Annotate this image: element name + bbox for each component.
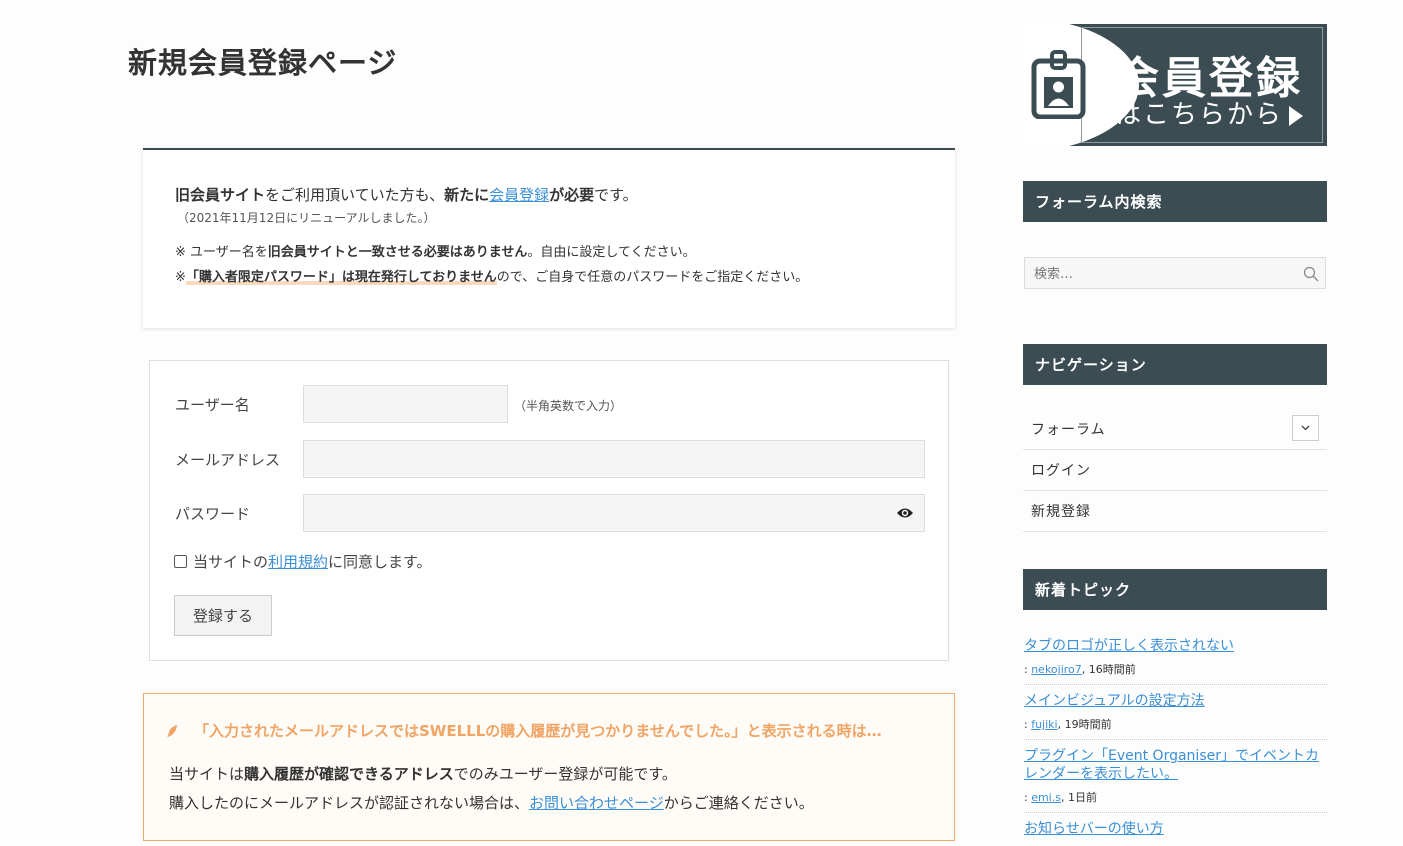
terms-link[interactable]: 利用規約: [268, 551, 328, 572]
topic-link[interactable]: プラグイン「Event Organiser」でイベントカレンダーを表示したい。: [1024, 747, 1327, 783]
topic-link[interactable]: タブのロゴが正しく表示されない: [1024, 637, 1327, 655]
username-label: ユーザー名: [175, 396, 250, 414]
topic-author-link[interactable]: fujiki: [1031, 718, 1057, 731]
banner-subtitle: はこちらから: [1115, 94, 1304, 131]
note1-prefix: ※ ユーザー名を: [175, 244, 268, 260]
old-site-text: 旧会員サイト: [175, 186, 266, 204]
terms-checkbox[interactable]: [174, 555, 187, 568]
note2-suffix: ので、ご自身で任意のパスワードをご指定ください。: [496, 270, 809, 285]
register-banner[interactable]: 会員登録 はこちらから: [1023, 24, 1327, 146]
renewal-date-note: （2021年11月12日にリニューアルしました。）: [177, 210, 436, 225]
note1-bold: 旧会員サイトと一致させる必要はありません: [267, 244, 528, 260]
submenu-toggle-button[interactable]: [1292, 415, 1319, 441]
alert-line1-suffix: でのみユーザー登録が可能です。: [453, 765, 677, 783]
password-note: ※「購入者限定パスワード」は現在発行しておりませんので、ご自身で任意のパスワード…: [175, 268, 923, 288]
leaf-icon: [167, 724, 177, 737]
id-badge-icon: [1031, 50, 1086, 119]
chevron-down-icon: [1301, 425, 1310, 431]
topic-time: , 1日前: [1060, 791, 1097, 804]
alert-line2: 購入したのにメールアドレスが認証されない場合は、お問い合わせページからご連絡くだ…: [169, 789, 814, 818]
registration-notice: 旧会員サイトをご利用頂いていた方も、新たに会員登録が必要です。 （2021年11…: [143, 148, 955, 328]
banner-subtitle-text: はこちらから: [1115, 100, 1284, 130]
nav-item-login[interactable]: ログイン: [1023, 450, 1327, 491]
topic-item: お知らせバーの使い方: [1024, 820, 1327, 846]
nav-item-forum[interactable]: フォーラム: [1023, 409, 1327, 450]
topic-author-link[interactable]: emi.s: [1031, 791, 1061, 804]
topics-widget-heading: 新着トピック: [1023, 569, 1327, 610]
contact-link[interactable]: お問い合わせページ: [529, 794, 664, 812]
nav-item-login-label: ログイン: [1031, 463, 1091, 479]
play-triangle-icon: [1289, 105, 1304, 126]
terms-agree-row[interactable]: 当サイトの 利用規約 に同意します。: [174, 551, 432, 572]
topic-time: , 19時間前: [1057, 718, 1112, 731]
eye-icon[interactable]: [896, 507, 914, 519]
topic-meta: : fujiki, 19時間前: [1024, 716, 1327, 732]
forum-search: [1024, 257, 1326, 290]
email-input[interactable]: [303, 440, 925, 478]
topic-item: プラグイン「Event Organiser」でイベントカレンダーを表示したい。 …: [1024, 747, 1327, 813]
register-link[interactable]: 会員登録: [489, 186, 549, 204]
required-text: が必要: [549, 186, 595, 204]
agree-prefix: 当サイトの: [193, 553, 269, 571]
alert-line1-bold: 購入履歴が確認できるアドレス: [244, 765, 454, 783]
topic-time: , 16時間前: [1081, 663, 1136, 676]
nav-widget-heading: ナビゲーション: [1023, 344, 1327, 385]
password-label: パスワード: [175, 505, 251, 523]
alert-title: 「入力されたメールアドレスではSWELLLの購入履歴が見つかりませんでした。」と…: [194, 722, 882, 740]
notice-line1: 旧会員サイトをご利用頂いていた方も、新たに会員登録が必要です。: [175, 184, 923, 207]
alert-line2-prefix: 購入したのにメールアドレスが認証されない場合は、: [169, 794, 530, 812]
agree-suffix: に同意します。: [328, 553, 432, 571]
alert-line1-prefix: 当サイトは: [169, 765, 245, 783]
password-marker-text: 「購入者限定パスワード」は現在発行しておりません: [185, 270, 497, 285]
topic-item: メインビジュアルの設定方法 : fujiki, 19時間前: [1024, 692, 1327, 740]
notice-end-text: です。: [594, 186, 638, 204]
topic-author-link[interactable]: nekojiro7: [1031, 663, 1082, 676]
nav-item-register[interactable]: 新規登録: [1023, 491, 1327, 532]
alert-line1: 当サイトは購入履歴が確認できるアドレスでのみユーザー登録が可能です。: [169, 760, 814, 789]
note1-suffix: 。自由に設定してください。: [527, 244, 696, 260]
password-input[interactable]: [303, 494, 925, 532]
search-widget-heading: フォーラム内検索: [1023, 181, 1327, 222]
alert-line2-suffix: からご連絡ください。: [663, 794, 814, 812]
purchase-history-alert: 「入力されたメールアドレスではSWELLLの購入履歴が見つかりませんでした。」と…: [143, 693, 955, 841]
topic-meta: : nekojiro7, 16時間前: [1024, 661, 1327, 677]
topic-link[interactable]: お知らせバーの使い方: [1024, 820, 1327, 838]
nav-item-forum-label: フォーラム: [1031, 422, 1106, 438]
register-button[interactable]: 登録する: [174, 595, 272, 636]
email-label: メールアドレス: [175, 451, 281, 469]
alert-body: 当サイトは購入履歴が確認できるアドレスでのみユーザー登録が可能です。 購入したの…: [169, 760, 814, 818]
search-icon[interactable]: [1303, 266, 1319, 282]
notice-text: をご利用頂いていた方も、: [265, 186, 445, 204]
registration-form: ユーザー名 （半角英数で入力） メールアドレス パスワード 当サイトの 利用規約に…: [149, 360, 949, 661]
username-input[interactable]: [303, 385, 508, 423]
username-note: ※ ユーザー名を旧会員サイトと一致させる必要はありません。自由に設定してください…: [175, 243, 923, 263]
search-input[interactable]: [1025, 258, 1306, 290]
topic-link[interactable]: メインビジュアルの設定方法: [1024, 692, 1327, 710]
username-hint: （半角英数で入力）: [514, 399, 623, 413]
topic-meta: : emi.s, 1日前: [1024, 789, 1327, 805]
alert-title-row: 「入力されたメールアドレスではSWELLLの購入履歴が見つかりませんでした。」と…: [166, 720, 882, 741]
topic-item: タブのロゴが正しく表示されない : nekojiro7, 16時間前: [1024, 637, 1327, 685]
nav-item-register-label: 新規登録: [1031, 504, 1091, 520]
note2-prefix: ※: [175, 270, 186, 285]
page-title: 新規会員登録ページ: [128, 46, 398, 80]
notice-new-text: 新たに: [444, 186, 490, 204]
